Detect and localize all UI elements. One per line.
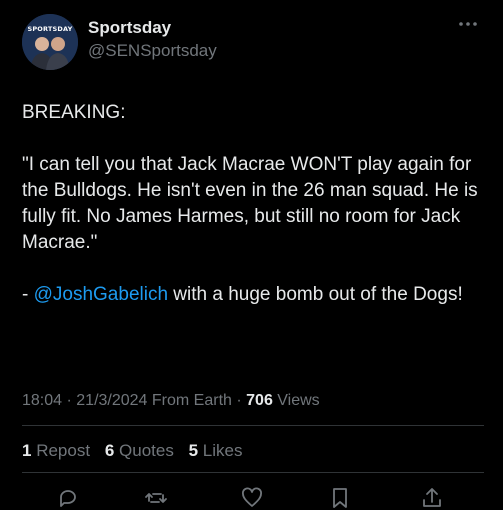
attribution-prefix: -: [22, 284, 34, 305]
share-icon[interactable]: [420, 486, 444, 510]
views-count: 706: [246, 392, 273, 409]
quotes-stat[interactable]: 6 Quotes: [105, 441, 174, 460]
author-names: Sportsday @SENSportsday: [88, 18, 217, 62]
tweet-time[interactable]: 18:04: [22, 392, 62, 409]
repost-icon[interactable]: [144, 486, 168, 510]
views-label: Views: [272, 392, 320, 409]
action-bar: [22, 486, 462, 510]
attribution-suffix: with a huge bomb out of the Dogs!: [168, 284, 463, 305]
reply-icon[interactable]: [56, 486, 80, 510]
author-handle[interactable]: @SENSportsday: [88, 40, 217, 62]
avatar-brand-text: SPORTSDAY: [27, 25, 73, 33]
tweet-source: From Earth: [147, 392, 232, 409]
tweet-meta: 18:04 · 21/3/2024 From Earth · 706 Views: [22, 390, 320, 412]
engagement-stats: 1 Repost 6 Quotes 5 Likes: [22, 440, 252, 462]
tweet-heading: BREAKING:: [22, 102, 126, 123]
author-display-name[interactable]: Sportsday: [88, 18, 217, 38]
likes-label: Likes: [202, 441, 243, 460]
tweet-text: BREAKING: "I can tell you that Jack Macr…: [22, 100, 484, 308]
likes-count: 5: [188, 441, 199, 460]
divider: [22, 425, 484, 426]
tweet-quote: "I can tell you that Jack Macrae WON'T p…: [22, 154, 478, 253]
tweet-header: SPORTSDAY Sportsday @SENSportsday: [22, 14, 482, 70]
tweet-date[interactable]: 21/3/2024: [76, 392, 147, 409]
avatar[interactable]: SPORTSDAY: [22, 14, 78, 70]
quotes-count: 6: [104, 441, 115, 460]
reposts-count: 1: [22, 441, 32, 460]
mention-link[interactable]: @JoshGabelich: [34, 284, 168, 305]
reposts-label: Repost: [36, 441, 91, 460]
meta-separator: ·: [62, 392, 77, 409]
meta-separator: ·: [231, 392, 247, 409]
heart-icon[interactable]: [240, 486, 264, 510]
bookmark-icon[interactable]: [328, 486, 352, 510]
divider: [22, 472, 484, 473]
avatar-image: [22, 14, 78, 70]
quotes-label: Quotes: [119, 441, 174, 460]
tweet-attribution: - @JoshGabelich with a huge bomb out of …: [22, 282, 484, 308]
reposts-stat[interactable]: 1 Repost: [22, 441, 90, 460]
likes-stat[interactable]: 5 Likes: [189, 441, 243, 460]
more-horizontal-icon[interactable]: [454, 14, 482, 34]
